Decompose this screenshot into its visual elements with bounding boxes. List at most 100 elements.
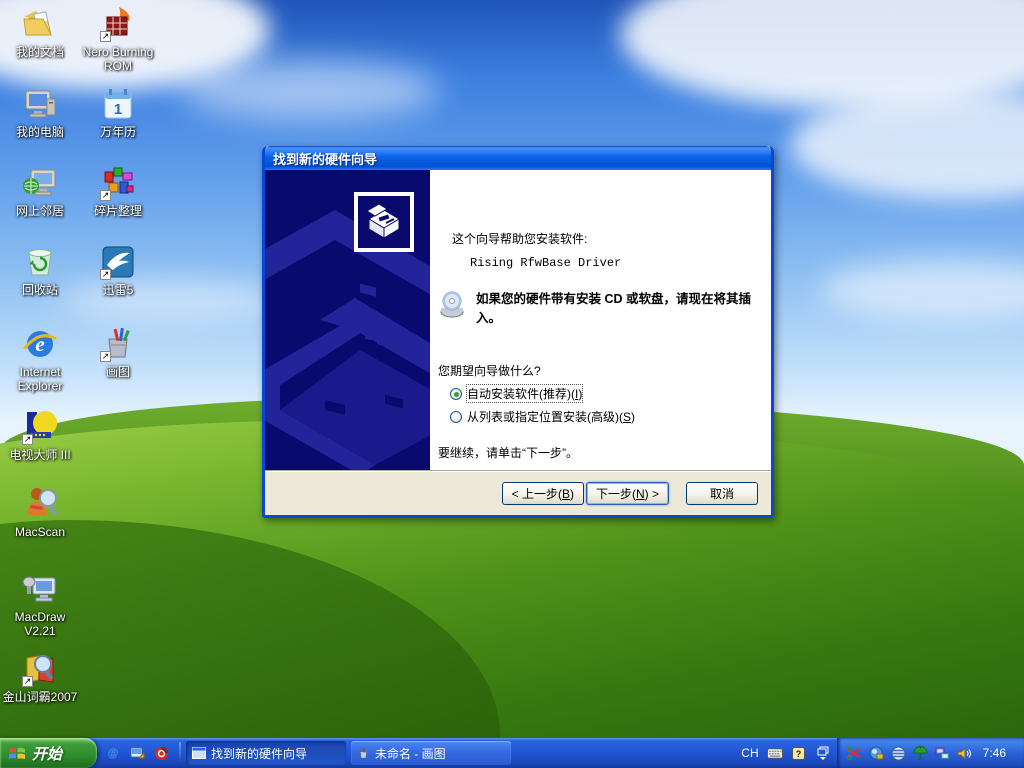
- shortcut-arrow-icon: ↗: [100, 351, 111, 362]
- dialog-title: 找到新的硬件向导: [273, 151, 378, 167]
- language-bar-restore-icon[interactable]: [815, 745, 831, 761]
- network-places-icon: [21, 164, 59, 202]
- desktop-icon-label: 我的文档: [15, 45, 64, 59]
- desktop-icon-nero[interactable]: ↗ Nero Burning ROM: [78, 5, 158, 74]
- wizard-question-text: 您期望向导做什么?: [438, 364, 541, 378]
- next-button[interactable]: 下一步(N) >: [585, 481, 669, 505]
- radio-label: 从列表或指定位置安装(高级)(S): [467, 410, 636, 424]
- rising-umbrella-tray-icon[interactable]: [913, 745, 929, 761]
- shortcut-arrow-icon: ↗: [100, 31, 111, 42]
- start-button[interactable]: 开始: [0, 738, 97, 768]
- desktop-icon-label: 万年历: [99, 125, 136, 139]
- help-icon[interactable]: ?: [791, 745, 807, 761]
- search-lock-tray-icon[interactable]: [869, 745, 885, 761]
- ie-quicklaunch-icon[interactable]: e: [105, 743, 121, 762]
- nero-burning-rom-icon: ↗: [99, 5, 137, 43]
- desktop-icon-label: 网上邻居: [15, 204, 64, 218]
- macscan-icon: [21, 485, 59, 523]
- desktop-icon-label: 碎片整理: [93, 204, 142, 218]
- desktop-icon-label: MacDraw V2.21: [14, 610, 66, 638]
- globe-tray-icon[interactable]: [891, 745, 907, 761]
- desktop-icon-label: MacScan: [14, 525, 66, 539]
- task-label: 未命名 - 画图: [375, 746, 446, 761]
- my-documents-icon: [21, 5, 59, 43]
- paint-icon: ↗: [99, 325, 137, 363]
- desktop-icon-label: 电视大师 III: [9, 448, 71, 462]
- desktop-icon-label: Nero Burning ROM: [82, 45, 154, 73]
- recycle-bin-icon: [21, 243, 59, 281]
- keyboard-icon[interactable]: [766, 745, 783, 761]
- wizard-intro-text: 这个向导帮助您安装软件:: [452, 232, 588, 246]
- desktop-icon-kingsoft-powerword[interactable]: ↗ 金山词霸2007: [0, 650, 80, 705]
- my-computer-icon: [21, 85, 59, 123]
- desktop-icon-internet-explorer[interactable]: e Internet Explorer: [0, 325, 80, 394]
- desktop-icon-thunder5[interactable]: ↗ 迅雷5: [78, 243, 158, 298]
- desktop-icon-calendar[interactable]: 1 万年历: [78, 85, 158, 140]
- defrag-icon: ↗: [99, 164, 137, 202]
- svg-text:1: 1: [114, 101, 122, 118]
- radio-unselected-icon: [450, 410, 462, 423]
- shortcut-arrow-icon: ↗: [22, 676, 33, 687]
- continue-hint-text: 要继续，请单击“下一步”。: [438, 446, 578, 460]
- kingsoft-powerword-icon: ↗: [21, 650, 59, 688]
- internet-explorer-icon: e: [21, 325, 59, 363]
- desktop-icon-recycle-bin[interactable]: 回收站: [0, 243, 80, 298]
- input-cut-tray-icon[interactable]: [847, 745, 863, 761]
- dialog-titlebar[interactable]: 找到新的硬件向导: [265, 146, 771, 170]
- paint-icon: [360, 747, 368, 758]
- taskbar: 开始 e 找到新的硬件向导 未命名 - 画图 CH ? 7:46: [0, 738, 1024, 768]
- found-new-hardware-wizard-dialog: 找到新的硬件向导 这个向导帮助您安装软件: Rising RfwBase Dri…: [262, 146, 774, 518]
- language-indicator[interactable]: CH: [741, 746, 758, 760]
- back-button[interactable]: < 上一步(B): [501, 481, 584, 505]
- desktop-icon-paint[interactable]: ↗ 画图: [78, 325, 158, 380]
- desktop-icon-macdraw[interactable]: MacDraw V2.21: [0, 570, 80, 639]
- window-icon: [192, 747, 206, 759]
- wizard-watermark-panel: [265, 170, 430, 470]
- wizard-content-panel: 这个向导帮助您安装软件: Rising RfwBase Driver 如果您的硬…: [430, 170, 771, 470]
- desktop-icon-my-documents[interactable]: 我的文档: [0, 5, 80, 60]
- task-label: 找到新的硬件向导: [211, 746, 308, 761]
- desktop-icon-label: 回收站: [21, 283, 58, 297]
- radio-install-from-list[interactable]: 从列表或指定位置安装(高级)(S): [450, 408, 635, 425]
- radio-install-automatically[interactable]: 自动安装软件(推荐)(I): [450, 384, 584, 403]
- desktop-icon-label: Internet Explorer: [17, 365, 63, 393]
- system-tray: 7:46: [836, 738, 1024, 768]
- desktop-icon-label: 金山词霸2007: [2, 690, 78, 704]
- svg-text:?: ?: [796, 749, 802, 759]
- desktop-icon-tv-master[interactable]: ↗ 电视大师 III: [0, 408, 80, 463]
- taskbar-clock[interactable]: 7:46: [979, 746, 1016, 760]
- taskbar-task-hardware-wizard[interactable]: 找到新的硬件向导: [186, 741, 346, 765]
- tv-master-icon: ↗: [21, 408, 59, 446]
- hardware-wizard-icon: [354, 192, 414, 252]
- opera-browser-icon[interactable]: [153, 745, 169, 761]
- desktop-icon-defrag[interactable]: ↗ 碎片整理: [78, 164, 158, 219]
- thunder5-icon: ↗: [99, 243, 137, 281]
- windows-logo-icon: [9, 747, 25, 759]
- cd-disk-icon: [438, 290, 468, 320]
- wizard-button-bar: < 上一步(B) 下一步(N) > 取消: [265, 470, 771, 515]
- desktop-icon-my-computer[interactable]: 我的电脑: [0, 85, 80, 140]
- driver-name-text: Rising RfwBase Driver: [470, 256, 622, 270]
- quick-launch-bar: e: [97, 738, 177, 768]
- shortcut-arrow-icon: ↗: [100, 190, 111, 201]
- desktop-icon-network-places[interactable]: 网上邻居: [0, 164, 80, 219]
- shortcut-arrow-icon: ↗: [100, 269, 111, 280]
- radio-label: 自动安装软件(推荐)(I): [465, 384, 584, 403]
- cloud: [820, 260, 1024, 320]
- macdraw-icon: [21, 570, 59, 608]
- cd-notice-text: 如果您的硬件带有安装 CD 或软盘，请现在将其插入。: [476, 292, 752, 326]
- desktop-icon-macscan[interactable]: MacScan: [0, 485, 80, 540]
- desktop-icon-label: 我的电脑: [15, 125, 64, 139]
- network-tray-icon[interactable]: [935, 745, 951, 761]
- language-bar: CH ?: [735, 738, 836, 768]
- volume-tray-icon[interactable]: [957, 745, 973, 761]
- calendar-icon: 1: [99, 85, 137, 123]
- shortcut-arrow-icon: ↗: [22, 434, 33, 445]
- show-desktop-icon[interactable]: [129, 745, 145, 761]
- taskbar-task-paint[interactable]: 未命名 - 画图: [351, 741, 511, 765]
- cancel-button[interactable]: 取消: [686, 481, 758, 505]
- desktop-icon-label: 画图: [105, 365, 130, 379]
- radio-selected-icon: [450, 387, 462, 400]
- taskbar-separator: [179, 742, 181, 764]
- desktop-icon-label: 迅雷5: [102, 283, 134, 297]
